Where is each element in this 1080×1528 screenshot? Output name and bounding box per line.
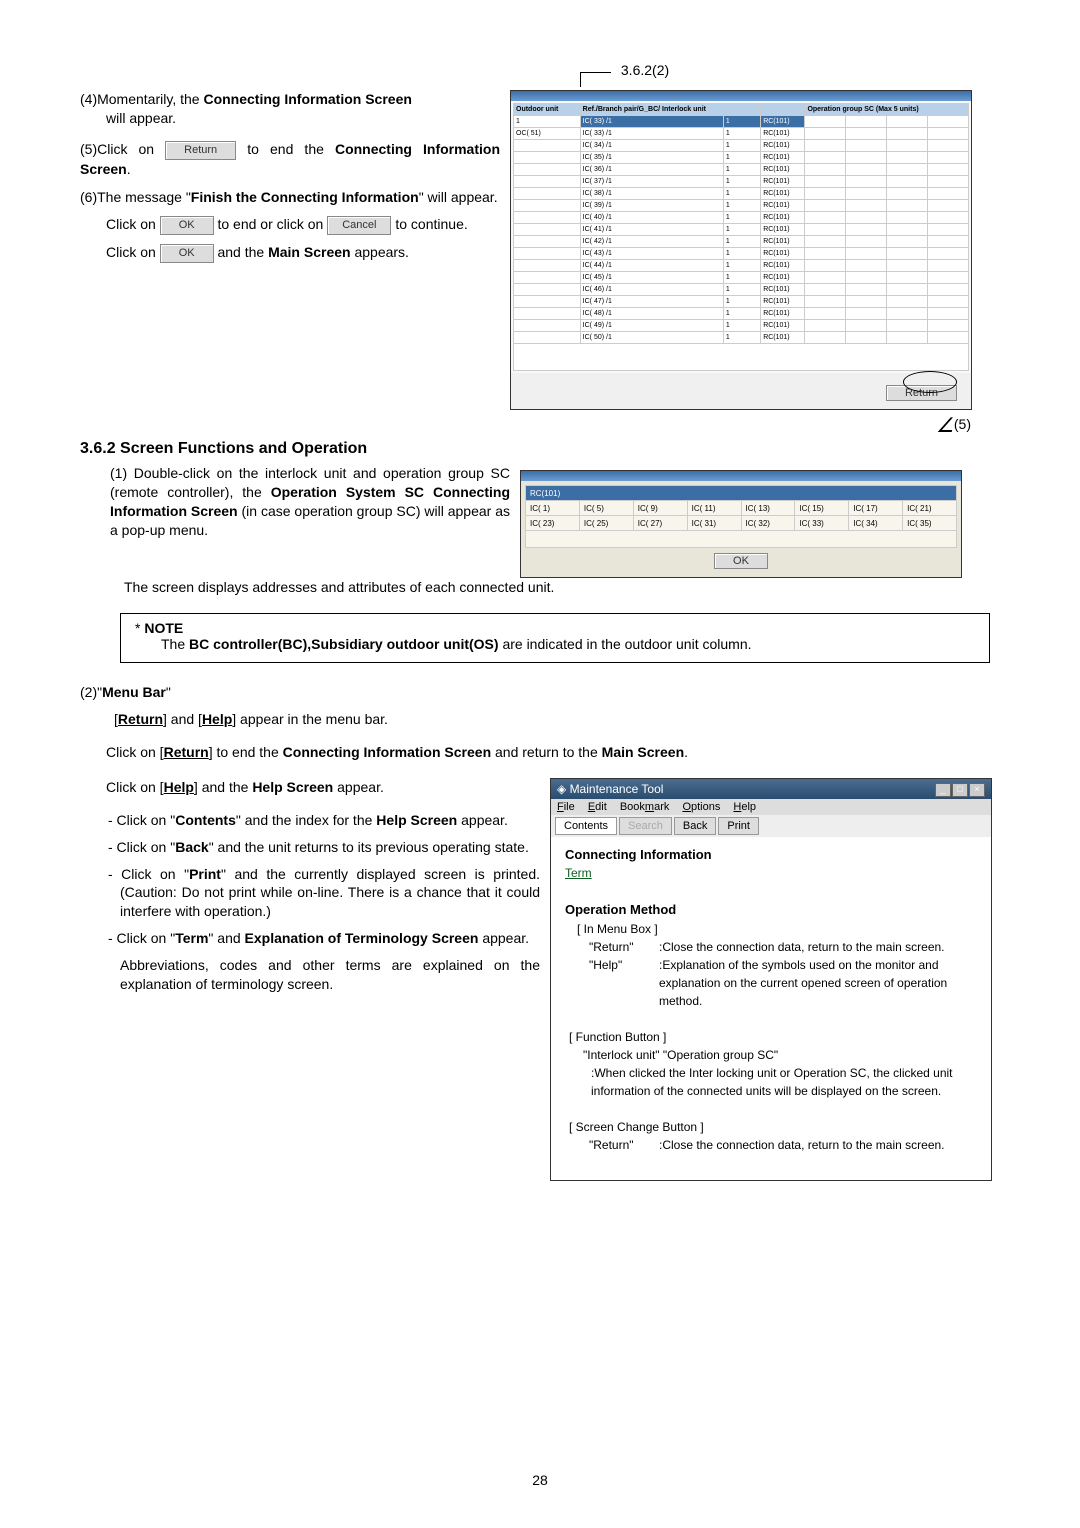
help-h2: Operation Method <box>565 900 977 920</box>
menu-return: Return <box>118 711 163 727</box>
help-term-link[interactable]: Term <box>565 864 977 882</box>
p6b: Finish the Connecting Information <box>191 189 419 205</box>
maximize-icon[interactable]: □ <box>952 783 968 797</box>
menu-return-2: Return <box>164 744 209 760</box>
help-title: Maintenance Tool <box>570 782 664 796</box>
connecting-table: Outdoor unit Ref./Branch pair/G_BC/ Inte… <box>513 103 969 371</box>
tab-search[interactable]: Search <box>619 817 672 835</box>
mb-title-a: (2)" <box>80 684 102 700</box>
section-heading: 3.6.2 Screen Functions and Operation <box>80 440 1000 458</box>
popup-ok-button[interactable]: OK <box>714 553 768 569</box>
note-a: The <box>161 636 189 652</box>
cancel-button[interactable]: Cancel <box>327 216 391 235</box>
popup-titlebar <box>521 471 961 481</box>
p5b: to end the <box>247 141 335 157</box>
close-icon[interactable]: × <box>969 783 985 797</box>
help-fb1: "Interlock unit" "Operation group SC" <box>565 1046 977 1064</box>
connecting-info-screenshot: Outdoor unit Ref./Branch pair/G_BC/ Inte… <box>510 90 972 410</box>
help-help-desc: :Explanation of the symbols used on the … <box>659 956 977 1010</box>
p6g: Click on <box>106 244 160 260</box>
p4-bold: Connecting Information Screen <box>203 91 411 107</box>
help-sc: [ Screen Change Button ] <box>565 1118 977 1136</box>
menu-edit[interactable]: Edit <box>588 801 607 813</box>
help-titlebar: ◈ Maintenance Tool _□× <box>551 779 991 799</box>
note-c: are indicated in the outdoor unit column… <box>499 636 752 652</box>
tab-back[interactable]: Back <box>674 817 716 835</box>
note-star: * <box>135 620 144 636</box>
help-sc-desc: :Close the connection data, return to th… <box>659 1136 977 1154</box>
note-b: BC controller(BC),Subsidiary outdoor uni… <box>189 636 499 652</box>
minimize-icon[interactable]: _ <box>935 783 951 797</box>
help-menu-bar: File Edit Bookmark Options Help <box>551 799 991 815</box>
help-return-label: "Return" <box>589 938 659 956</box>
note-title: NOTE <box>144 620 183 636</box>
p6d: Click on <box>106 216 160 232</box>
help-fb: [ Function Button ] <box>565 1028 977 1046</box>
hl-cell: RC(101) <box>761 116 805 128</box>
return-highlight-ellipse <box>903 371 957 393</box>
help-help-label: "Help" <box>589 956 659 1010</box>
p6j: appears. <box>351 244 409 260</box>
help-sc-return: "Return" <box>589 1136 659 1154</box>
callout-5-label: (5) <box>954 416 971 432</box>
hl-cell: IC( 33) /1 <box>580 116 723 128</box>
tab-contents[interactable]: Contents <box>555 817 617 835</box>
menu-help: Help <box>202 711 232 727</box>
note-box: * NOTE The BC controller(BC),Subsidiary … <box>120 613 990 663</box>
return-button[interactable]: Return <box>165 141 236 160</box>
help-content: Connecting Information Term Operation Me… <box>551 837 991 1180</box>
callout-362: 3.6.2(2) <box>580 62 669 79</box>
operation-sc-popup: RC(101) IC( 1)IC( 5)IC( 9)IC( 11)IC( 13)… <box>520 470 962 578</box>
ok-button[interactable]: OK <box>160 216 214 235</box>
callout-5: ∠(5) <box>936 410 971 435</box>
menu-options[interactable]: Options <box>682 801 720 813</box>
screenshot-titlebar <box>511 91 971 101</box>
top-left-text: (4)Momentarily, the Connecting Informati… <box>80 90 500 271</box>
menu-help-2: Help <box>164 779 194 795</box>
help-return-desc: :Close the connection data, return to th… <box>659 938 977 956</box>
help-tabs: Contents Search Back Print <box>551 815 991 837</box>
col-ref: Ref./Branch pair/G_BC/ Interlock unit <box>580 104 761 116</box>
col-outdoor: Outdoor unit <box>514 104 581 116</box>
help-mb: [ In Menu Box ] <box>565 920 977 938</box>
help-fb2: :When clicked the Inter locking unit or … <box>565 1064 977 1100</box>
p6a: (6)The message " <box>80 189 191 205</box>
cell: 1 <box>514 116 581 128</box>
col-blank <box>761 104 805 116</box>
p4-cont: will appear. <box>80 109 500 128</box>
hl-cell: 1 <box>723 116 760 128</box>
s1d: The screen displays addresses and attrib… <box>80 578 1000 597</box>
p6i: Main Screen <box>268 244 350 260</box>
p4-text: (4)Momentarily, the <box>80 91 203 107</box>
menu-help-m[interactable]: Help <box>733 801 756 813</box>
ok-button-2[interactable]: OK <box>160 244 214 263</box>
col-opgroup: Operation group SC (Max 5 units) <box>805 104 969 116</box>
page-number: 28 <box>0 1472 1080 1488</box>
p5d: . <box>127 161 131 177</box>
callout-362-label: 3.6.2(2) <box>621 62 669 78</box>
help-screenshot: ◈ Maintenance Tool _□× File Edit Bookmar… <box>550 778 992 1181</box>
menu-bookmark[interactable]: Bookmark <box>620 801 670 813</box>
help-h1: Connecting Information <box>565 845 977 865</box>
p6f: to continue. <box>395 216 467 232</box>
page: (4)Momentarily, the Connecting Informati… <box>0 0 1080 1528</box>
menu-file[interactable]: File <box>557 801 575 813</box>
mb-title-c: " <box>166 684 171 700</box>
tab-print[interactable]: Print <box>718 817 759 835</box>
p5a: (5)Click on <box>80 141 165 157</box>
mb-title-b: Menu Bar <box>102 684 166 700</box>
top-screenshot-area: 3.6.2(2) Outdoor unit Ref./Branch pair/G… <box>510 90 1000 410</box>
popup-header: RC(101) <box>526 486 957 501</box>
p6e: to end or click on <box>217 216 327 232</box>
p6c: " will appear. <box>419 189 498 205</box>
p6h: and the <box>217 244 268 260</box>
